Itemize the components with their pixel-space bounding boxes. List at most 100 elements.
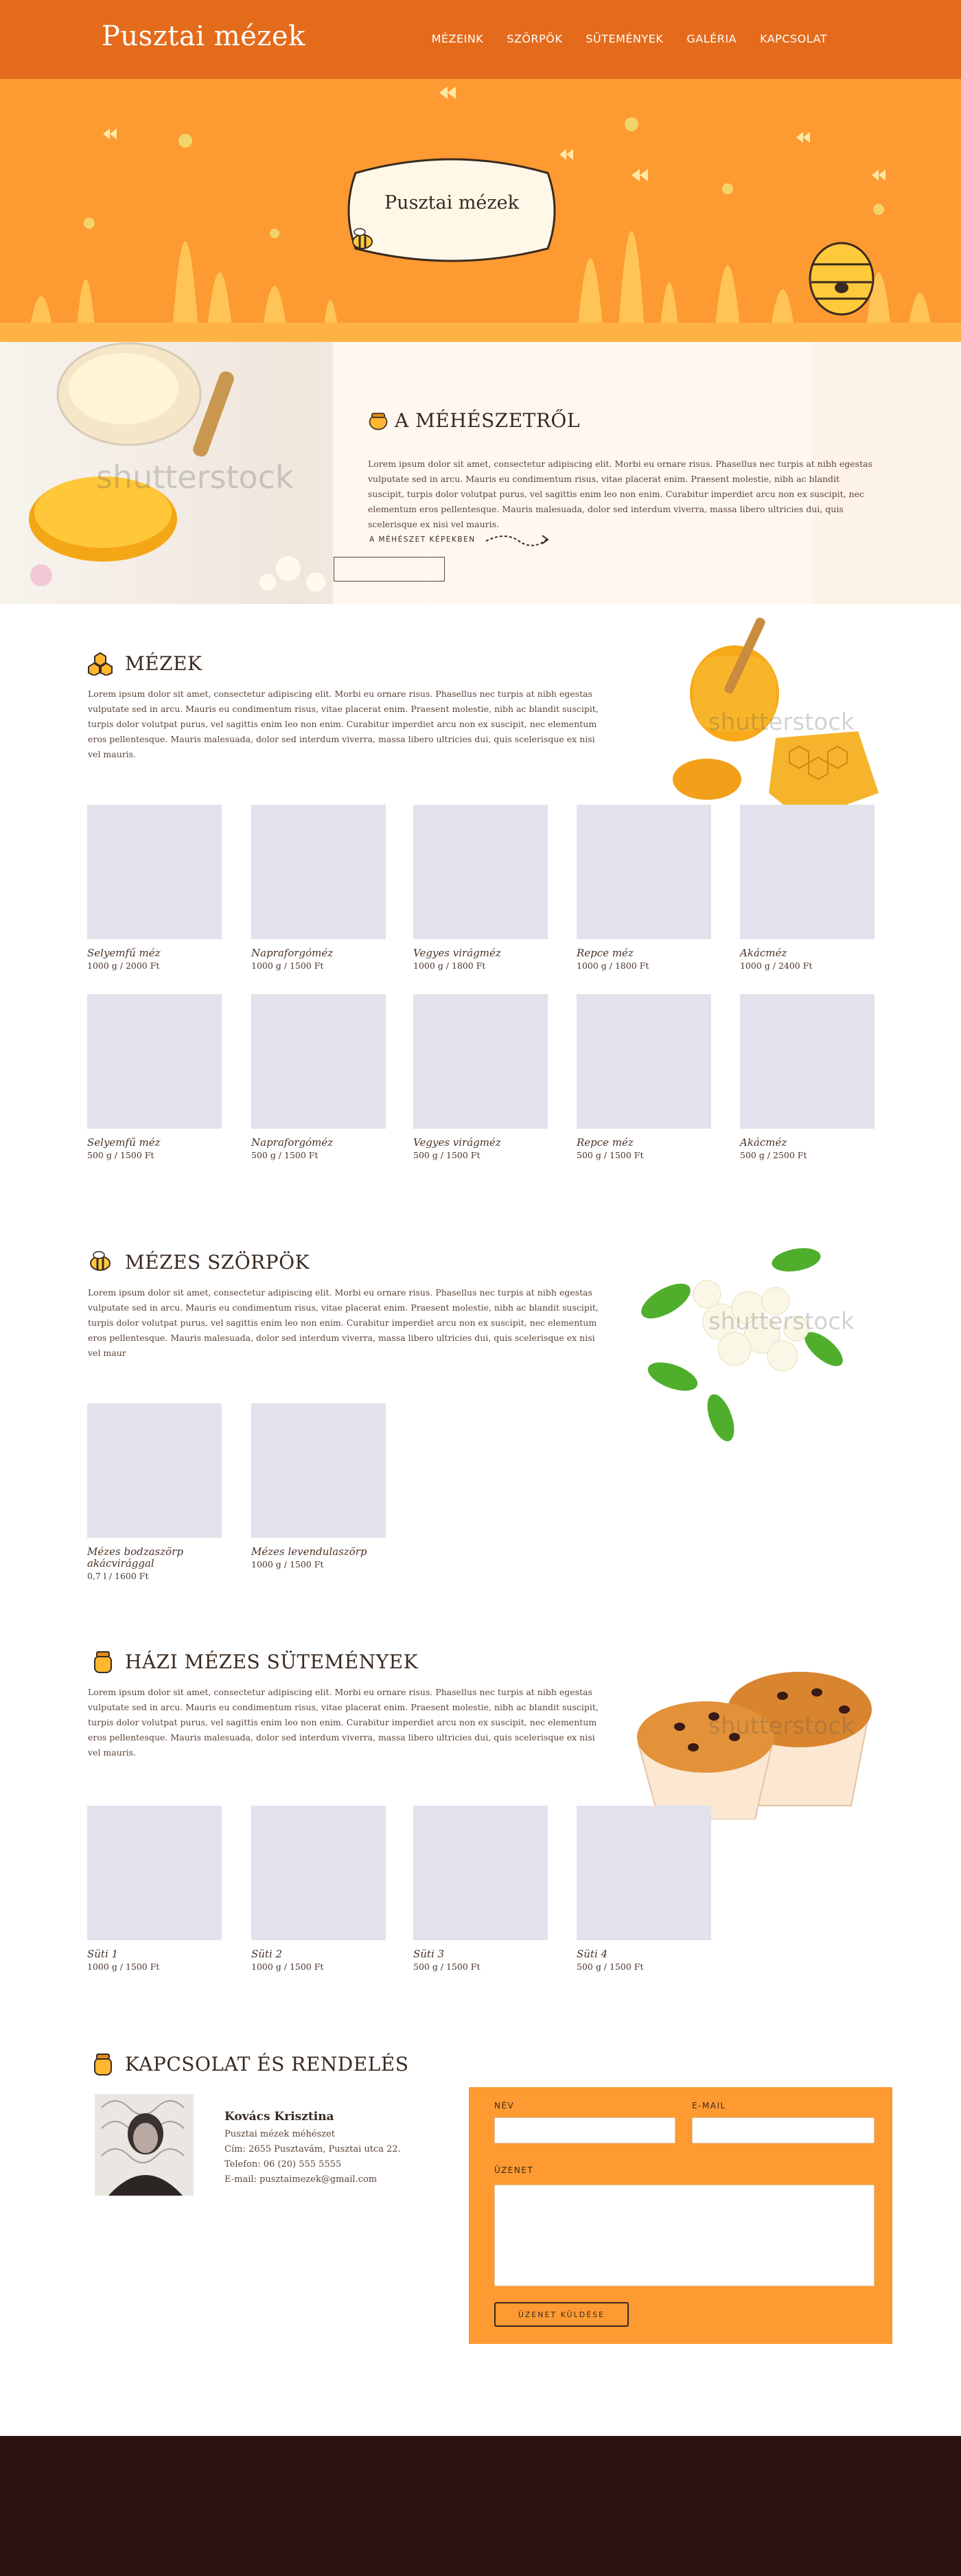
product-name: Vegyes virágméz bbox=[413, 947, 501, 959]
product-card[interactable]: Süti 2 1000 g / 1500 Ft bbox=[251, 1806, 386, 1972]
product-card[interactable]: Selyemfű méz 1000 g / 2000 Ft bbox=[87, 805, 222, 971]
product-price: 500 g / 2500 Ft bbox=[740, 1150, 807, 1160]
name-field[interactable] bbox=[494, 2117, 675, 2143]
product-image[interactable] bbox=[577, 994, 711, 1129]
beehive-icon bbox=[809, 242, 875, 316]
product-image[interactable] bbox=[251, 1403, 386, 1538]
product-card[interactable]: Akácméz 500 g / 2500 Ft bbox=[740, 994, 875, 1160]
product-price: 1000 g / 2400 Ft bbox=[740, 961, 813, 971]
product-image[interactable] bbox=[413, 1806, 548, 1940]
product-card[interactable]: Süti 1 1000 g / 1500 Ft bbox=[87, 1806, 222, 1972]
honey-watermark: shutterstock bbox=[708, 709, 855, 736]
honeycomb-icon bbox=[88, 652, 113, 676]
product-card[interactable]: Vegyes virágméz 1000 g / 1800 Ft bbox=[413, 805, 548, 971]
product-card[interactable]: Napraforgóméz 1000 g / 1500 Ft bbox=[251, 805, 386, 971]
product-price: 1000 g / 1800 Ft bbox=[577, 961, 649, 971]
site-logo[interactable]: Pusztai mézek bbox=[102, 21, 305, 52]
product-price: 500 g / 1500 Ft bbox=[251, 1150, 319, 1160]
product-card[interactable]: Selyemfű méz 500 g / 1500 Ft bbox=[87, 994, 222, 1160]
nav-item-mezeink[interactable]: MÉZEINK bbox=[432, 32, 484, 45]
site-header: Pusztai mézek MÉZEINK SZÖRPÖK SÜTEMÉNYEK… bbox=[0, 0, 961, 79]
product-card[interactable]: Mézes levendulaszörp 1000 g / 1500 Ft bbox=[251, 1403, 386, 1569]
about-outline-button[interactable] bbox=[334, 557, 445, 582]
bee-icon bbox=[90, 1251, 111, 1271]
hero-strip bbox=[0, 323, 961, 342]
nav-item-sutemenyek[interactable]: SÜTEMÉNYEK bbox=[586, 32, 663, 45]
nav-item-szorpok[interactable]: SZÖRPÖK bbox=[507, 32, 562, 45]
send-message-button[interactable]: ÜZENET KÜLDÉSE bbox=[494, 2302, 629, 2327]
contact-phone: Telefon: 06 (20) 555 5555 bbox=[224, 2159, 342, 2170]
honey-jar-icon bbox=[94, 1651, 112, 1673]
cakes-text: Lorem ipsum dolor sit amet, consectetur … bbox=[88, 1687, 599, 1758]
product-card[interactable]: Akácméz 1000 g / 2400 Ft bbox=[740, 805, 875, 971]
product-price: 500 g / 1500 Ft bbox=[577, 1150, 644, 1160]
product-name: Selyemfű méz bbox=[87, 947, 161, 959]
cakes-watermark: shutterstock bbox=[708, 1712, 855, 1740]
product-name: Süti 1 bbox=[87, 1948, 119, 1960]
product-name: Napraforgóméz bbox=[251, 1136, 334, 1149]
product-image[interactable] bbox=[413, 805, 548, 939]
product-name: Repce méz bbox=[577, 1136, 634, 1149]
product-image[interactable] bbox=[740, 994, 875, 1129]
product-image[interactable] bbox=[87, 994, 222, 1129]
product-image[interactable] bbox=[87, 805, 222, 939]
site-footer bbox=[0, 2436, 961, 2576]
message-field[interactable] bbox=[494, 2185, 875, 2286]
contact-title: KAPCSOLAT ÉS RENDELÉS bbox=[125, 2053, 409, 2075]
product-card[interactable]: Vegyes virágméz 500 g / 1500 Ft bbox=[413, 994, 548, 1160]
product-price: 1000 g / 1500 Ft bbox=[87, 1962, 160, 1972]
contact-company: Pusztai mézek méhészet bbox=[224, 2129, 336, 2139]
product-price: 500 g / 1500 Ft bbox=[413, 1962, 480, 1972]
product-name: Akácméz bbox=[740, 1136, 787, 1149]
product-price: 500 g / 1500 Ft bbox=[413, 1150, 480, 1160]
product-price: 500 g / 1500 Ft bbox=[577, 1962, 644, 1972]
product-image[interactable] bbox=[577, 1806, 711, 1940]
product-image[interactable] bbox=[87, 1403, 222, 1538]
name-label: NÉV bbox=[494, 2101, 515, 2111]
product-name: Süti 2 bbox=[251, 1948, 283, 1960]
nav-item-kapcsolat[interactable]: KAPCSOLAT bbox=[760, 32, 827, 45]
main-nav: MÉZEINK SZÖRPÖK SÜTEMÉNYEK GALÉRIA KAPCS… bbox=[432, 32, 827, 45]
order-form: NÉV E-MAIL ÜZENET ÜZENET KÜLDÉSE bbox=[469, 2087, 892, 2344]
product-price: 1000 g / 1500 Ft bbox=[251, 1559, 324, 1569]
about-title: A MÉHÉSZETRŐL bbox=[395, 409, 580, 432]
cakes-title: HÁZI MÉZES SÜTEMÉNYEK bbox=[125, 1651, 418, 1673]
nav-item-galeria[interactable]: GALÉRIA bbox=[686, 32, 737, 45]
syrups-text: Lorem ipsum dolor sit amet, consectetur … bbox=[88, 1287, 599, 1358]
email-field[interactable] bbox=[692, 2117, 875, 2143]
product-price: 0,7 l / 1600 Ft bbox=[87, 1571, 149, 1581]
product-price: 1000 g / 1500 Ft bbox=[251, 1962, 324, 1972]
product-card[interactable]: Süti 3 500 g / 1500 Ft bbox=[413, 1806, 548, 1972]
honey-title: MÉZEK bbox=[125, 652, 202, 675]
about-gallery-link[interactable]: A MÉHÉSZET KÉPEKBEN bbox=[369, 536, 476, 544]
product-image[interactable] bbox=[251, 994, 386, 1129]
product-card[interactable]: Repce méz 1000 g / 1800 Ft bbox=[577, 805, 711, 971]
product-name: Süti 3 bbox=[413, 1948, 445, 1960]
product-price: 1000 g / 1500 Ft bbox=[251, 961, 324, 971]
product-name: Mézes levendulaszörp bbox=[251, 1545, 367, 1558]
contact-name: Kovács Krisztina bbox=[224, 2110, 334, 2124]
product-card[interactable]: Süti 4 500 g / 1500 Ft bbox=[577, 1806, 711, 1972]
product-price: 1000 g / 2000 Ft bbox=[87, 961, 160, 971]
product-name: Selyemfű méz bbox=[87, 1136, 161, 1149]
product-card[interactable]: Mézes bodzaszörp akácvirággal 0,7 l / 16… bbox=[87, 1403, 222, 1581]
email-label: E-MAIL bbox=[692, 2101, 726, 2111]
product-image[interactable] bbox=[740, 805, 875, 939]
syrups-watermark: shutterstock bbox=[708, 1308, 855, 1335]
product-image[interactable] bbox=[251, 1806, 386, 1940]
honey-text: Lorem ipsum dolor sit amet, consectetur … bbox=[88, 689, 599, 759]
product-image[interactable] bbox=[87, 1806, 222, 1940]
contact-address: Cím: 2655 Pusztavám, Pusztai utca 22. bbox=[224, 2144, 401, 2154]
product-image[interactable] bbox=[413, 994, 548, 1129]
product-price: 1000 g / 1800 Ft bbox=[413, 961, 486, 971]
product-image[interactable] bbox=[251, 805, 386, 939]
product-card[interactable]: Napraforgóméz 500 g / 1500 Ft bbox=[251, 994, 386, 1160]
watermark-text: shutterstock bbox=[96, 459, 294, 496]
contact-avatar bbox=[95, 2094, 194, 2196]
honey-jar-icon bbox=[94, 2054, 112, 2075]
product-name: Süti 4 bbox=[577, 1948, 608, 1960]
product-card[interactable]: Repce méz 500 g / 1500 Ft bbox=[577, 994, 711, 1160]
about-text: Lorem ipsum dolor sit amet, consectetur … bbox=[368, 459, 872, 529]
contact-email[interactable]: E-mail: pusztaimezek@gmail.com bbox=[224, 2172, 401, 2187]
product-image[interactable] bbox=[577, 805, 711, 939]
